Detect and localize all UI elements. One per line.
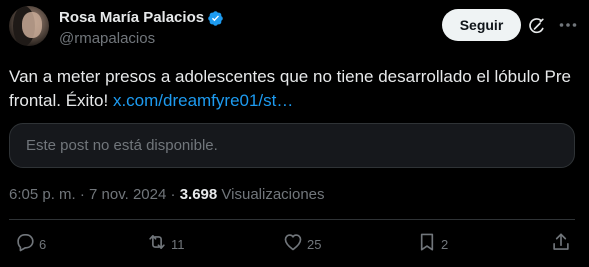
post-text: Van a meter presos a adolescentes que no…	[9, 65, 579, 113]
bookmark-button[interactable]: 2	[416, 233, 448, 255]
repost-count: 11	[171, 236, 185, 252]
post-meta: 6:05 p. m. · 7 nov. 2024 · 3.698 Visuali…	[9, 186, 325, 204]
avatar[interactable]	[9, 6, 49, 46]
more-dots-icon[interactable]	[557, 14, 579, 36]
reply-icon	[14, 231, 36, 258]
unavailable-quote-text: Este post no está disponible.	[26, 137, 218, 154]
views-label: Visualizaciones	[221, 186, 325, 203]
meta-separator: ·	[170, 186, 176, 203]
verified-badge-icon	[207, 10, 224, 27]
unavailable-quote-card: Este post no está disponible.	[9, 123, 575, 168]
post-link[interactable]: x.com/dreamfyre01/st…	[113, 91, 293, 110]
views-count: 3.698	[179, 186, 218, 203]
author-display-name[interactable]: Rosa María Palacios	[59, 9, 204, 27]
avatar-face	[22, 12, 42, 38]
post-date[interactable]: 7 nov. 2024	[89, 186, 166, 203]
heart-icon	[282, 231, 304, 258]
post-time[interactable]: 6:05 p. m.	[9, 186, 76, 203]
post: Rosa María Palacios @rmapalacios Seguir …	[0, 0, 589, 267]
grok-icon[interactable]	[527, 16, 547, 36]
reply-button[interactable]: 6	[14, 233, 46, 255]
author-name-row: Rosa María Palacios	[59, 9, 224, 27]
share-icon	[550, 231, 572, 258]
like-count: 25	[307, 236, 322, 252]
author-handle[interactable]: @rmapalacios	[59, 30, 155, 48]
repost-icon	[146, 231, 168, 258]
divider	[9, 219, 575, 220]
like-button[interactable]: 25	[282, 233, 321, 255]
reply-count: 6	[39, 236, 47, 252]
bookmark-icon	[416, 231, 438, 258]
share-button[interactable]	[550, 231, 572, 258]
meta-separator: ·	[79, 186, 85, 203]
bookmark-count: 2	[441, 236, 449, 252]
follow-button[interactable]: Seguir	[442, 9, 521, 41]
repost-button[interactable]: 11	[146, 233, 185, 255]
